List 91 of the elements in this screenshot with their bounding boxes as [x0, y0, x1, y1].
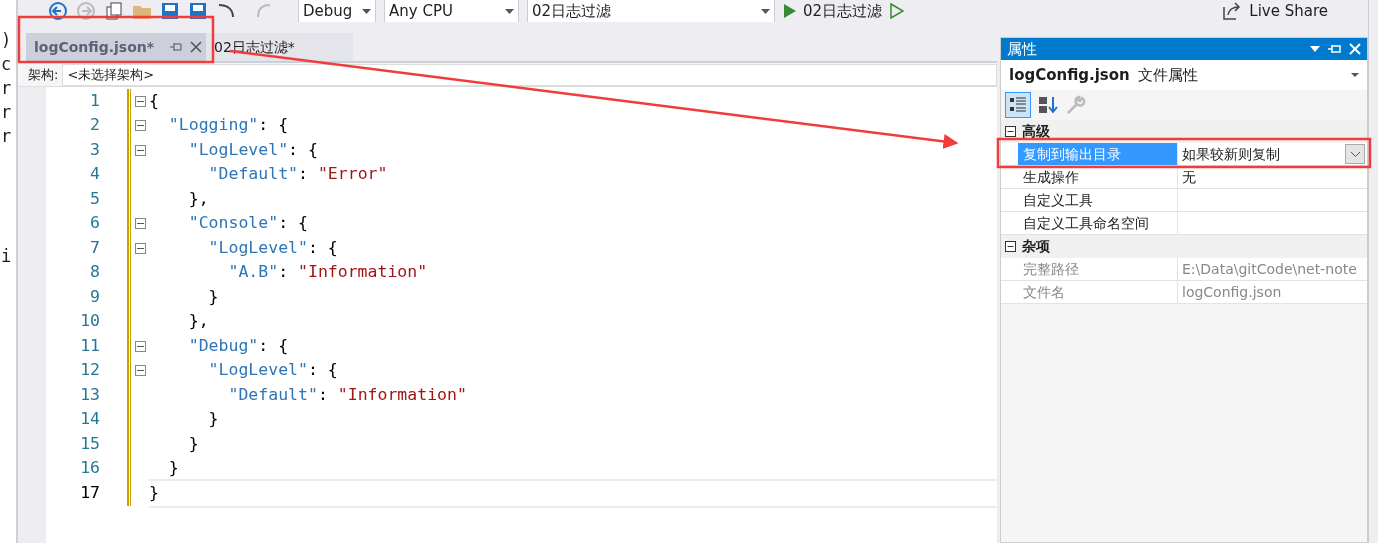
property-value: E:\Data\gitCode\net-note [1182, 259, 1357, 279]
line-number: 13 [79, 383, 100, 406]
dropdown-value: Any CPU [389, 0, 453, 22]
code-fragment: r [1, 101, 12, 124]
line-number: 7 [89, 236, 100, 259]
dropdown-value: Debug [303, 0, 353, 22]
line-number: 2 [89, 114, 100, 137]
code-line: } [167, 458, 179, 478]
pin-icon[interactable] [170, 42, 183, 52]
line-number: 17 [79, 481, 100, 504]
code-line: "Console": { [187, 213, 308, 233]
property-value: logConfig.json [1182, 282, 1282, 302]
wrench-icon [1065, 94, 1087, 116]
play-icon[interactable] [783, 3, 797, 19]
line-number: 10 [79, 310, 100, 333]
line-number: 11 [79, 334, 100, 357]
line-number: 5 [89, 187, 100, 210]
object-selector[interactable]: logConfig.json 文件属性 [1001, 60, 1367, 90]
category-label: 杂项 [1022, 237, 1050, 256]
back-icon[interactable] [48, 1, 68, 21]
dropdown-button[interactable] [1345, 144, 1365, 164]
live-share-button[interactable]: Live Share [1249, 0, 1328, 22]
config-dropdown[interactable]: Debug [298, 0, 376, 22]
code-line: }, [187, 311, 209, 331]
collapse-icon[interactable] [134, 242, 146, 254]
config-dropdown[interactable]: 02日志过滤 [527, 0, 775, 22]
collapse-icon[interactable] [134, 340, 146, 352]
property-value[interactable]: 如果较新则复制 [1182, 143, 1280, 165]
forward-icon[interactable] [76, 1, 96, 21]
caret-icon[interactable] [1351, 73, 1359, 77]
code-line: }, [187, 188, 209, 208]
line-number: 12 [79, 359, 100, 382]
collapse-icon[interactable] [134, 218, 146, 230]
caret-icon [505, 8, 514, 14]
property-name[interactable]: 生成操作 [1018, 166, 1178, 188]
collapse-icon[interactable] [134, 120, 146, 132]
categorized-icon[interactable] [1005, 92, 1031, 118]
line-number: 6 [89, 212, 100, 235]
code-line: "Logging": { [167, 115, 289, 135]
property-name[interactable]: 文件名 [1018, 281, 1178, 303]
property-name[interactable]: 完整路径 [1018, 258, 1178, 280]
sort-alpha-icon[interactable] [1037, 94, 1059, 116]
run-target-label[interactable]: 02日志过滤 [803, 0, 883, 22]
share-icon[interactable] [1221, 1, 1242, 21]
code-line: "LogLevel": { [207, 360, 338, 380]
config-dropdown[interactable]: Any CPU [384, 0, 519, 22]
collapse-icon[interactable] [1005, 126, 1016, 137]
code-line: } [187, 433, 199, 453]
code-line: "A.B": "Information" [227, 262, 428, 282]
property-value[interactable]: 无 [1182, 166, 1196, 188]
document-tab[interactable]: logConfig.json* [26, 33, 206, 61]
code-line: "Default": "Error" [207, 164, 388, 184]
collapse-icon[interactable] [134, 144, 146, 156]
line-number: 8 [89, 261, 100, 284]
code-fragment: c [1, 53, 12, 76]
play-outline-icon[interactable] [890, 3, 905, 19]
dropdown-icon[interactable] [1310, 46, 1320, 52]
close-icon[interactable] [190, 41, 203, 53]
line-number: 1 [89, 89, 100, 112]
collapse-icon[interactable] [1005, 241, 1016, 252]
code-line: } [207, 286, 219, 306]
code-line: { [149, 90, 159, 110]
dropdown-value: 02日志过滤 [532, 0, 612, 22]
code-line: } [207, 409, 219, 429]
chevron-icon [1350, 151, 1360, 157]
line-number: 15 [79, 432, 100, 455]
architecture-dropdown[interactable]: <未选择架构> [62, 63, 997, 86]
line-number: 16 [79, 457, 100, 480]
code-line: "LogLevel": { [187, 139, 318, 159]
collapse-icon[interactable] [134, 365, 146, 377]
caret-icon [761, 8, 770, 14]
code-fragment: ) [1, 29, 12, 52]
category-label: 高级 [1022, 122, 1050, 141]
caret-icon [362, 8, 371, 14]
architecture-label: 架构: [28, 65, 59, 84]
code-fragment: r [1, 77, 12, 100]
code-line: "Debug": { [187, 335, 289, 355]
object-name: logConfig.json [1009, 64, 1130, 86]
copy-icon[interactable] [104, 1, 124, 21]
code-fragment: i [1, 245, 12, 268]
line-number: 14 [79, 408, 100, 431]
object-type: 文件属性 [1137, 64, 1198, 86]
code-line: "LogLevel": { [207, 237, 338, 257]
code-line: "Default": "Information" [227, 384, 467, 404]
collapse-icon[interactable] [134, 95, 146, 107]
panel-title: 属性 [1007, 38, 1037, 60]
code-fragment: r [1, 125, 12, 148]
line-number: 9 [89, 285, 100, 308]
line-number: 3 [89, 138, 100, 161]
line-number: 4 [89, 163, 100, 186]
code-line: } [149, 482, 159, 502]
